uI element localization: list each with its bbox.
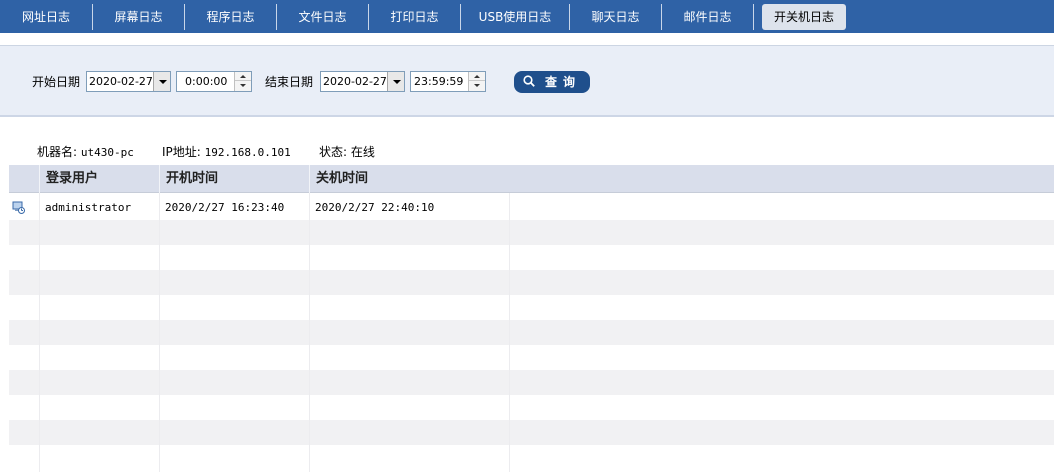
column-divider [309,193,310,472]
tab-mail-log[interactable]: 邮件日志 [662,4,753,30]
empty-row [9,420,1054,445]
header-icon-column [9,165,39,193]
empty-row [9,220,1054,245]
table-header: 登录用户 开机时间 关机时间 [9,165,1054,193]
column-header-user[interactable]: 登录用户 [39,165,159,193]
empty-row [9,245,1054,270]
query-button-label: 查询 [545,75,582,89]
start-date-value: 2020-02-27 [89,75,153,88]
end-date-value: 2020-02-27 [323,75,387,88]
tab-program-log[interactable]: 程序日志 [185,4,276,30]
column-divider [509,193,510,472]
tab-bar: 网址日志 屏幕日志 程序日志 文件日志 打印日志 USB使用日志 聊天日志 邮件… [0,0,1054,33]
machine-name-label: 机器名: [37,145,78,159]
search-icon [523,75,535,87]
column-header-shutdown-time[interactable]: 关机时间 [309,165,509,193]
start-date-dropdown-icon[interactable] [153,72,170,91]
start-time-value: 0:00:00 [185,75,228,88]
status-info: 状态: 在线 [319,143,375,160]
table-row[interactable]: administrator 2020/2/27 16:23:40 2020/2/… [9,195,1054,220]
end-time-stepper[interactable] [468,72,485,91]
start-date-picker[interactable]: 2020-02-27 [86,71,171,92]
tab-chat-log[interactable]: 聊天日志 [570,4,661,30]
query-button[interactable]: 查询 [514,71,590,93]
machine-name-value: ut430-pc [80,146,134,159]
tab-usb-log[interactable]: USB使用日志 [461,4,569,30]
ip-address-value: 192.168.0.101 [204,146,291,159]
machine-name-info: 机器名: ut430-pc [37,143,134,160]
empty-row [9,395,1054,420]
spin-down-icon[interactable] [235,82,251,91]
ip-address-label: IP地址: [162,145,201,159]
cell-shutdown-time: 2020/2/27 22:40:10 [315,201,435,214]
column-divider [159,193,160,472]
tab-screen-log[interactable]: 屏幕日志 [93,4,184,30]
start-time-spinner[interactable]: 0:00:00 [176,71,252,92]
end-date-picker[interactable]: 2020-02-27 [320,71,405,92]
empty-row [9,320,1054,345]
empty-row [9,445,1054,470]
spin-up-icon[interactable] [235,72,251,81]
empty-row [9,370,1054,395]
start-date-label: 开始日期 [32,75,81,89]
cell-boot-time: 2020/2/27 16:23:40 [165,201,285,214]
empty-row [9,345,1054,370]
tab-url-log[interactable]: 网址日志 [0,4,92,30]
spin-up-icon[interactable] [469,72,485,81]
query-panel: 开始日期 2020-02-27 0:00:00 结束日期 2020-02-27 … [0,45,1054,117]
computer-icon [12,201,25,214]
end-date-dropdown-icon[interactable] [387,72,404,91]
spin-down-icon[interactable] [469,82,485,91]
status-label: 状态: [319,145,348,159]
column-header-boot-time[interactable]: 开机时间 [159,165,309,193]
tab-power-log[interactable]: 开关机日志 [762,3,846,30]
column-divider [39,193,40,472]
empty-row [9,295,1054,320]
ip-address-info: IP地址: 192.168.0.101 [162,143,291,160]
tab-print-log[interactable]: 打印日志 [369,4,460,30]
end-time-spinner[interactable]: 23:59:59 [410,71,486,92]
start-time-stepper[interactable] [234,72,251,91]
end-date-label: 结束日期 [265,75,314,89]
power-log-table: 登录用户 开机时间 关机时间 administrator 2020/2/27 1… [9,165,1054,472]
status-value: 在线 [350,145,375,159]
end-time-value: 23:59:59 [414,75,464,88]
cell-user: administrator [45,201,132,214]
empty-row [9,270,1054,295]
tab-divider [753,3,754,30]
tab-file-log[interactable]: 文件日志 [277,4,368,30]
